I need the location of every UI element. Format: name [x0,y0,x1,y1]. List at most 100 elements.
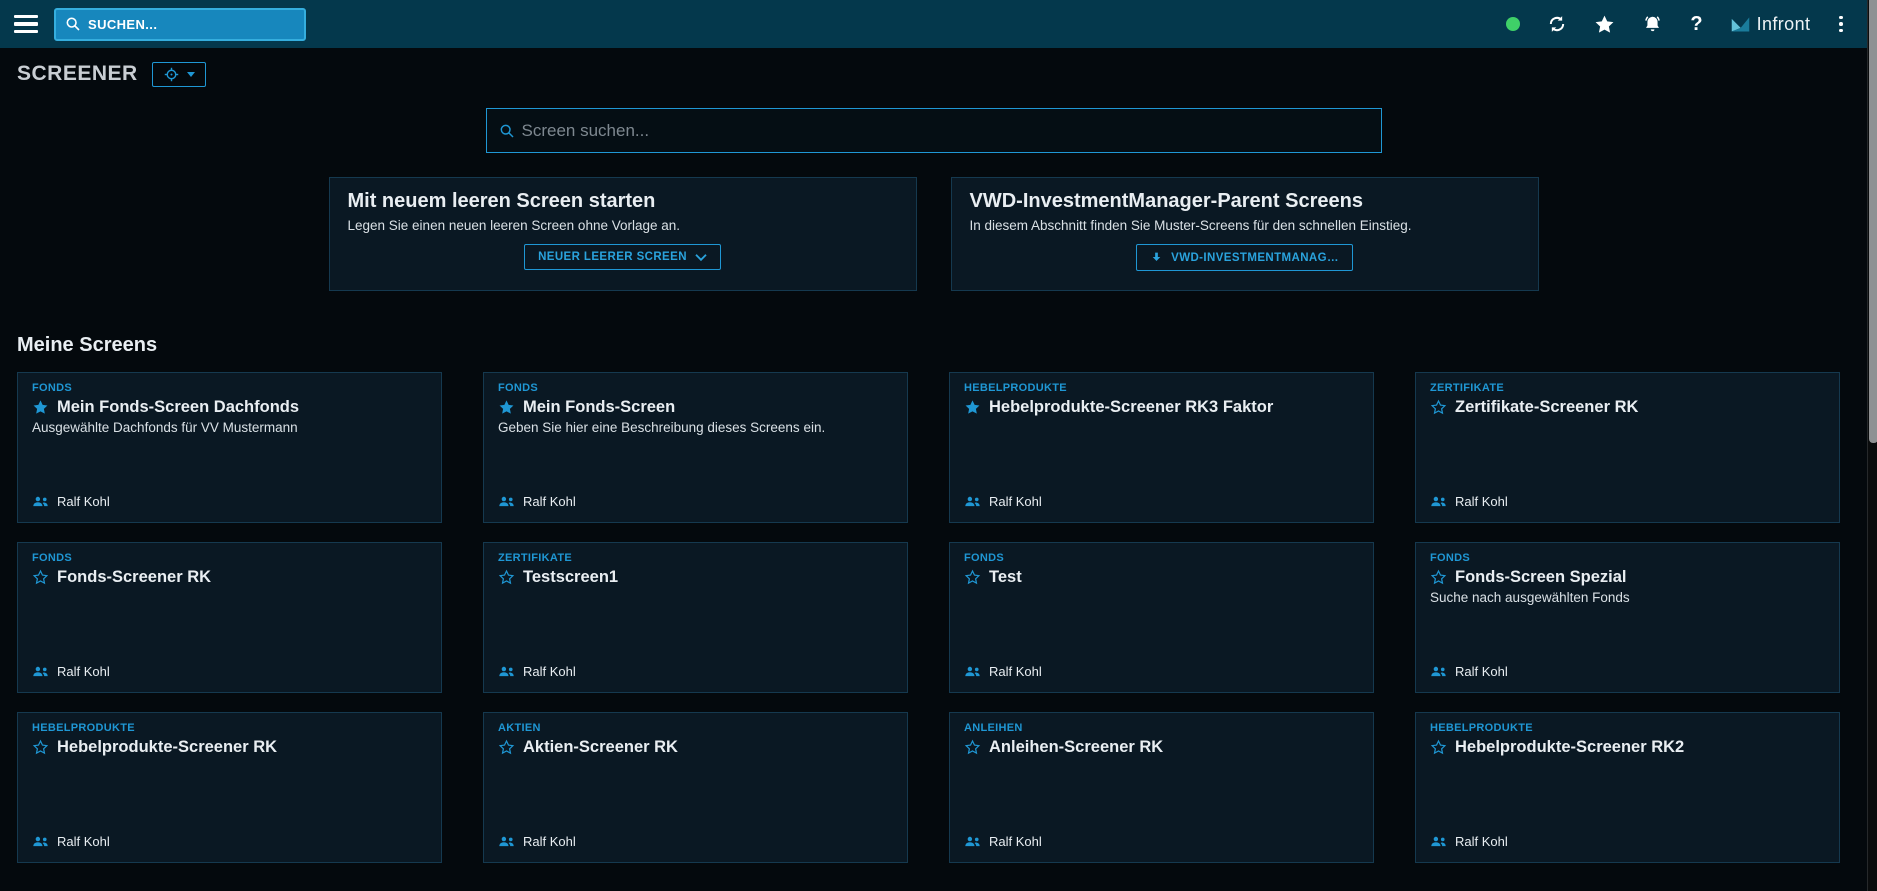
users-icon [32,495,49,508]
search-icon [499,123,515,139]
favorite-star-icon[interactable] [964,569,981,586]
panel-action-button[interactable]: VWD-INVESTMENTMANAG… [1136,244,1353,271]
infront-logo-icon [1730,14,1751,35]
page-title: SCREENER [17,62,138,86]
screen-card-owner: Ralf Kohl [989,664,1042,679]
overflow-menu-icon[interactable] [1837,14,1845,35]
screen-card-owner: Ralf Kohl [989,494,1042,509]
top-bar: ? Infront [0,0,1867,48]
notifications-bell-icon[interactable] [1642,14,1663,35]
users-icon [964,495,981,508]
screen-card-owner: Ralf Kohl [523,834,576,849]
screen-card-category: HEBELPRODUKTE [964,382,1359,394]
screen-card-category: FONDS [964,552,1359,564]
screen-card[interactable]: AKTIEN Aktien-Screener RK [483,712,908,863]
screen-card[interactable]: FONDS Fonds-Screener RK [17,542,442,693]
my-screens-heading: Meine Screens [0,334,1867,357]
screen-card-category: ZERTIFIKATE [1430,382,1825,394]
panel-title: Mit neuem leeren Screen starten [348,190,898,213]
global-search-box[interactable] [54,8,306,41]
panel-button-label: NEUER LEERER SCREEN [538,251,687,263]
panel-description: Legen Sie einen neuen leeren Screen ohne… [348,218,898,233]
topbar-actions: ? Infront [1506,13,1845,36]
global-search-input[interactable] [88,17,295,32]
screen-card-title: Mein Fonds-Screen Dachfonds [57,398,299,417]
screen-card[interactable]: ANLEIHEN Anleihen-Screener RK [949,712,1374,863]
panel-title: VWD-InvestmentManager-Parent Screens [970,190,1520,213]
vertical-scrollbar[interactable] [1867,0,1877,891]
favorite-star-icon[interactable] [1430,399,1447,416]
chevron-down-icon [695,253,707,262]
link-target-button[interactable] [152,62,206,87]
screen-card[interactable]: FONDS Fonds-Screen Spezial Suche nach au… [1415,542,1840,693]
favorite-star-icon[interactable] [1430,569,1447,586]
brand: Infront [1730,14,1811,35]
screen-card-title: Hebelprodukte-Screener RK3 Faktor [989,398,1273,417]
screen-card-owner: Ralf Kohl [523,664,576,679]
users-icon [964,835,981,848]
screen-card-category: ZERTIFIKATE [498,552,893,564]
screen-card-category: HEBELPRODUKTE [32,722,427,734]
screen-card[interactable]: FONDS Mein Fonds-Screen Dachfonds Ausgew… [17,372,442,523]
favorite-star-icon[interactable] [964,739,981,756]
help-icon[interactable]: ? [1690,13,1702,36]
screen-card-category: ANLEIHEN [964,722,1359,734]
intro-panel: Mit neuem leeren Screen starten Legen Si… [329,177,917,291]
screen-card-category: HEBELPRODUKTE [1430,722,1825,734]
users-icon [1430,665,1447,678]
intro-panels: Mit neuem leeren Screen starten Legen Si… [0,177,1867,291]
screen-search-input[interactable] [522,121,1369,141]
favorite-star-icon[interactable] [32,399,49,416]
screen-card[interactable]: FONDS Test Ralf Kohl [949,542,1374,693]
screen-card-category: FONDS [1430,552,1825,564]
screen-card[interactable]: ZERTIFIKATE Zertifikate-Screener RK [1415,372,1840,523]
chevron-down-icon [187,72,195,77]
screener-app: ? Infront SCREENER [0,0,1877,891]
screen-card-title: Aktien-Screener RK [523,738,678,757]
users-icon [498,665,515,678]
screen-card-description: Suche nach ausgewählten Fonds [1430,590,1825,605]
users-icon [498,835,515,848]
screen-card[interactable]: FONDS Mein Fonds-Screen Geben Sie hier e… [483,372,908,523]
users-icon [32,835,49,848]
screen-card-title: Test [989,568,1022,587]
screen-card-title: Testscreen1 [523,568,618,587]
screen-card-owner: Ralf Kohl [1455,494,1508,509]
panel-action-button[interactable]: NEUER LEERER SCREEN [524,244,721,270]
page-header: SCREENER [0,61,1867,87]
users-icon [1430,495,1447,508]
panel-description: In diesem Abschnitt finden Sie Muster-Sc… [970,218,1520,233]
favorite-star-icon[interactable] [32,739,49,756]
screen-card[interactable]: HEBELPRODUKTE Hebelprodukte-Screener RK3… [949,372,1374,523]
screen-card-title: Fonds-Screen Spezial [1455,568,1626,587]
screen-card-title: Hebelprodukte-Screener RK2 [1455,738,1684,757]
screen-card-owner: Ralf Kohl [57,834,110,849]
favorite-star-icon[interactable] [1430,739,1447,756]
screen-card-description: Geben Sie hier eine Beschreibung dieses … [498,420,893,435]
panel-button-label: VWD-INVESTMENTMANAG… [1171,252,1339,264]
screen-card-title: Hebelprodukte-Screener RK [57,738,277,757]
screen-card-description: Ausgewählte Dachfonds für VV Mustermann [32,420,427,435]
crosshair-icon [163,66,180,83]
favorite-star-icon[interactable] [964,399,981,416]
screen-card[interactable]: HEBELPRODUKTE Hebelprodukte-Screener RK2 [1415,712,1840,863]
screen-card[interactable]: HEBELPRODUKTE Hebelprodukte-Screener RK [17,712,442,863]
favorite-star-icon[interactable] [32,569,49,586]
favorite-star-icon[interactable] [498,739,515,756]
screen-card-owner: Ralf Kohl [523,494,576,509]
users-icon [498,495,515,508]
screen-card[interactable]: ZERTIFIKATE Testscreen1 [483,542,908,693]
users-icon [964,665,981,678]
screen-card-owner: Ralf Kohl [1455,664,1508,679]
menu-hamburger-icon[interactable] [14,15,38,33]
scrollbar-thumb[interactable] [1869,0,1877,443]
favorite-star-icon[interactable] [498,569,515,586]
favorite-star-icon[interactable] [498,399,515,416]
search-icon [65,16,81,32]
favorites-star-icon[interactable] [1594,14,1615,35]
download-icon [1150,251,1163,264]
screen-card-title: Zertifikate-Screener RK [1455,398,1638,417]
brand-name: Infront [1757,14,1811,35]
screen-search-box[interactable] [486,108,1382,153]
refresh-icon[interactable] [1547,14,1567,34]
